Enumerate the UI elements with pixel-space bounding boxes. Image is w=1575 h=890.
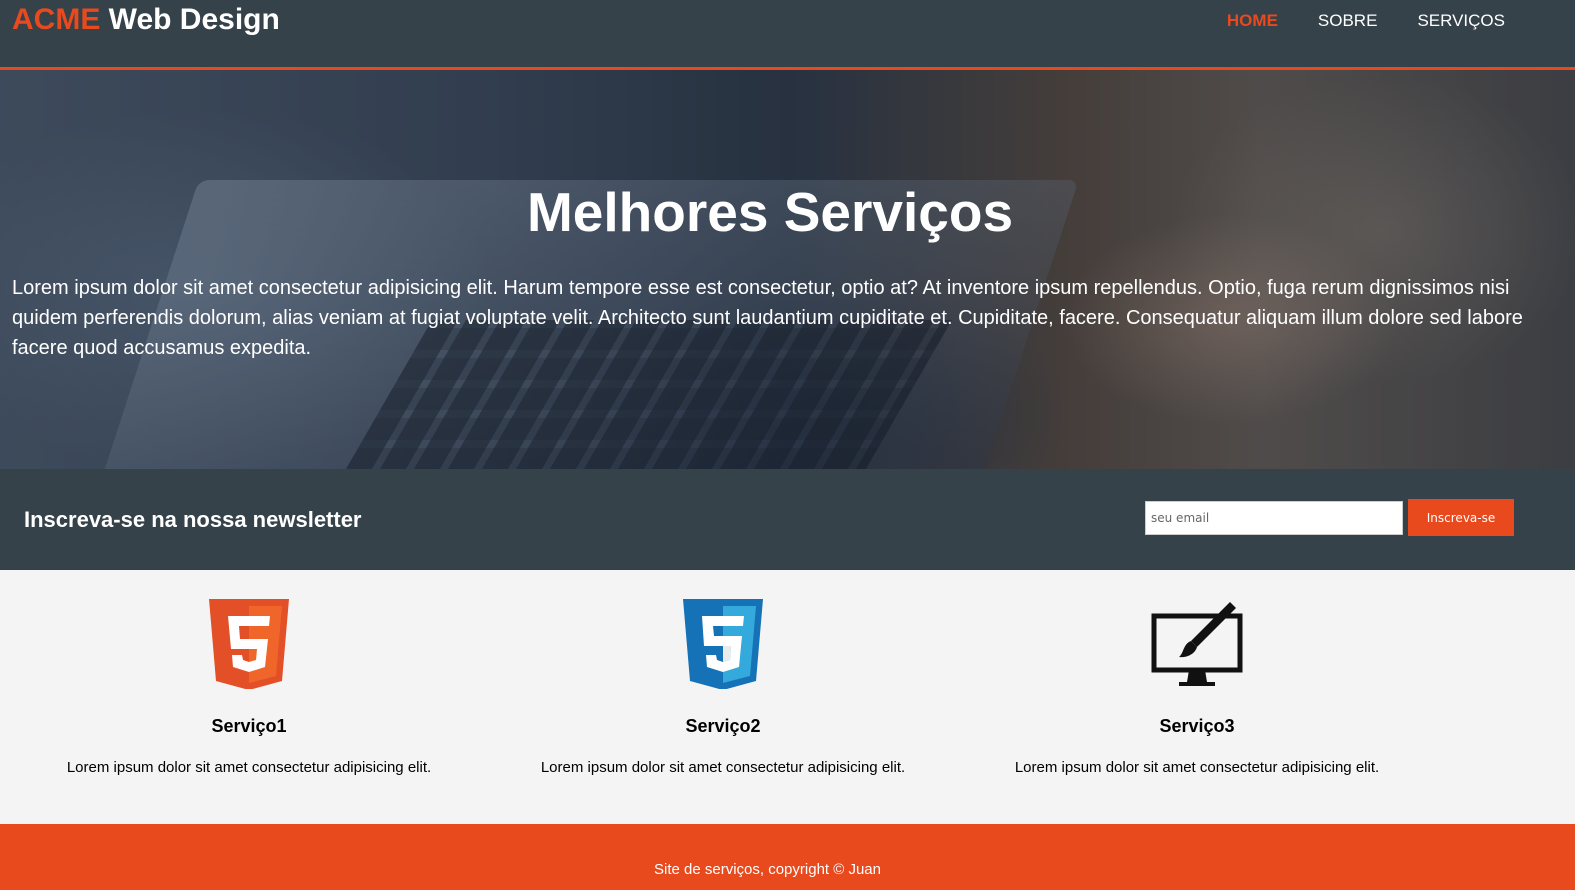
footer-copyright: Site de serviços, copyright © Juan (654, 861, 881, 878)
main-nav: HOME SOBRE SERVIÇOS (1227, 11, 1505, 31)
nav-link-home[interactable]: HOME (1227, 11, 1278, 30)
logo-highlight: ACME (12, 3, 101, 36)
service-title: Serviço3 (1159, 716, 1235, 736)
monitor-brush-icon (1151, 599, 1243, 694)
site-logo[interactable]: ACME Web Design (12, 3, 280, 37)
service-title: Serviço1 (211, 716, 287, 736)
service-title: Serviço2 (685, 716, 761, 736)
nav-link-sobre[interactable]: SOBRE (1318, 11, 1378, 30)
service-text: Lorem ipsum dolor sit amet consectetur a… (66, 759, 432, 776)
hero-title: Melhores Serviços (526, 181, 1014, 243)
newsletter-title: Inscreva-se na nossa newsletter (24, 507, 362, 532)
css3-icon (683, 599, 763, 694)
nav-item-home: HOME (1227, 11, 1278, 31)
nav-link-servicos[interactable]: SERVIÇOS (1417, 11, 1505, 30)
site-header: ACME Web Design HOME SOBRE SERVIÇOS (0, 0, 1575, 70)
email-field[interactable] (1145, 501, 1403, 535)
service-text: Lorem ipsum dolor sit amet consectetur a… (540, 759, 906, 776)
hero-overlay (0, 70, 1575, 469)
html5-icon (209, 599, 289, 694)
newsletter-section: Inscreva-se na nossa newsletter Inscreva… (0, 469, 1575, 570)
hero-showcase: Melhores Serviços Lorem ipsum dolor sit … (0, 70, 1575, 469)
subscribe-button[interactable]: Inscreva-se (1408, 499, 1514, 536)
services-section: Serviço1 Lorem ipsum dolor sit amet cons… (0, 570, 1575, 824)
site-footer: Site de serviços, copyright © Juan (0, 824, 1575, 890)
service-text: Lorem ipsum dolor sit amet consectetur a… (1014, 759, 1380, 776)
logo-text: Web Design (100, 3, 280, 36)
hero-text: Lorem ipsum dolor sit amet consectetur a… (12, 277, 1523, 359)
nav-item-servicos: SERVIÇOS (1417, 11, 1505, 31)
nav-item-sobre: SOBRE (1318, 11, 1378, 31)
